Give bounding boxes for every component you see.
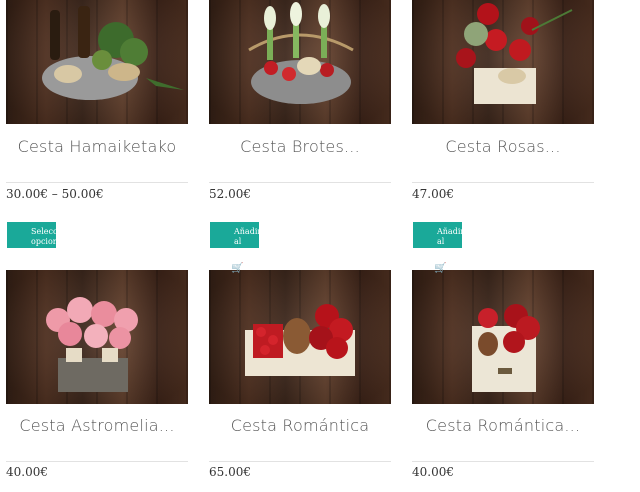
product-image[interactable] bbox=[412, 0, 594, 124]
basket-illustration bbox=[245, 304, 355, 376]
cart-icon: 🛒 bbox=[231, 263, 244, 274]
product-image[interactable] bbox=[412, 270, 594, 404]
basket-illustration bbox=[248, 2, 354, 104]
product-price: 40.00€ bbox=[412, 465, 454, 479]
product-title[interactable]: Cesta Astromelia... bbox=[6, 416, 188, 435]
divider bbox=[209, 182, 391, 183]
product-price: 65.00€ bbox=[209, 465, 251, 479]
basket-illustration bbox=[456, 3, 573, 104]
product-price: 30.00€ – 50.00€ bbox=[6, 187, 104, 201]
basket-illustration bbox=[42, 6, 184, 100]
product-image[interactable] bbox=[6, 0, 188, 124]
product-price: 47.00€ bbox=[412, 187, 454, 201]
product-image[interactable] bbox=[6, 270, 188, 404]
product-title[interactable]: Cesta Romántica... bbox=[412, 416, 594, 435]
product-title[interactable]: Cesta Romántica bbox=[209, 416, 391, 435]
product-price: 52.00€ bbox=[209, 187, 251, 201]
add-to-cart-button[interactable]: Añadir al carrito bbox=[210, 222, 259, 248]
basket-illustration bbox=[46, 297, 138, 392]
product-image[interactable] bbox=[209, 0, 391, 124]
product-title[interactable]: Cesta Hamaiketako bbox=[6, 137, 188, 156]
divider bbox=[412, 461, 594, 462]
product-title[interactable]: Cesta Brotes... bbox=[209, 137, 391, 156]
basket-illustration bbox=[472, 304, 540, 392]
divider bbox=[209, 461, 391, 462]
divider bbox=[6, 182, 188, 183]
divider bbox=[6, 461, 188, 462]
product-title[interactable]: Cesta Rosas... bbox=[412, 137, 594, 156]
product-image[interactable] bbox=[209, 270, 391, 404]
add-to-cart-button[interactable]: Añadir al carrito bbox=[413, 222, 462, 248]
divider bbox=[412, 182, 594, 183]
cart-icon: 🛒 bbox=[434, 263, 447, 274]
select-options-button[interactable]: Seleccionar opciones bbox=[7, 222, 56, 248]
product-price: 40.00€ bbox=[6, 465, 48, 479]
